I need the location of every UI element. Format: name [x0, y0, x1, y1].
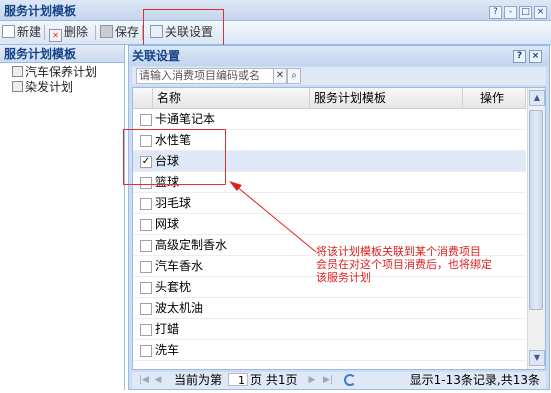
annotation-line: 会员在对这个项目消费后，也将绑定 — [316, 258, 492, 271]
annotation-line: 将该计划模板关联到某个消费项目 — [316, 245, 481, 258]
annotation-arrow — [229, 181, 317, 253]
annotation-text: 将该计划模板关联到某个消费项目 会员在对这个项目消费后，也将绑定 该服务计划 — [316, 245, 516, 284]
annotation-line: 该服务计划 — [316, 271, 371, 284]
